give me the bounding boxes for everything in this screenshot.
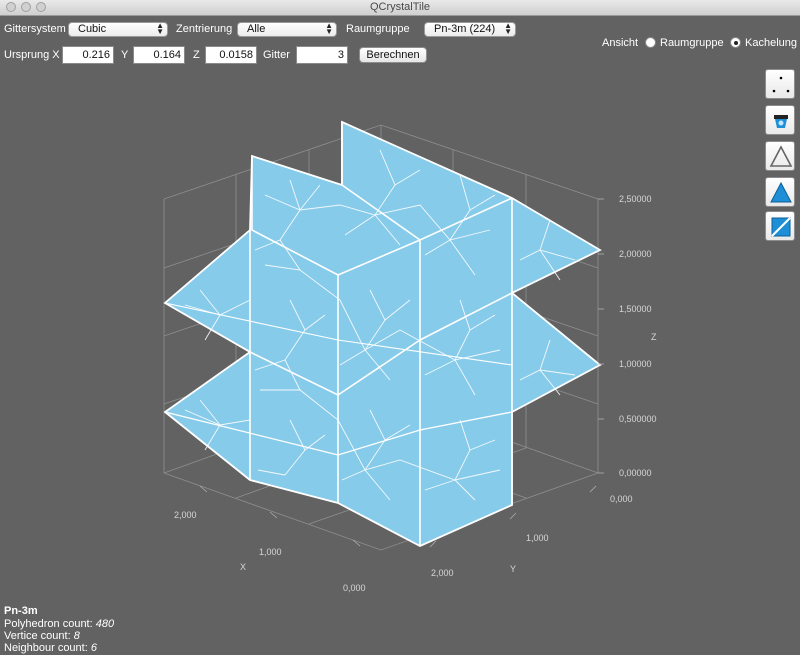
x-axis-label: X: [240, 562, 246, 572]
x-tick-label: 0,000: [343, 583, 366, 593]
z-axis-label: Z: [651, 332, 657, 342]
neighbour-count-label: Neighbour count:: [4, 642, 88, 654]
y-axis-label: Y: [510, 564, 516, 574]
polyhedron-count-label: Polyhedron count:: [4, 618, 93, 630]
polyhedron-count-value: 480: [95, 618, 115, 630]
z-tick-label: 1,00000: [619, 359, 652, 369]
tiling-polyhedra: [163, 120, 602, 547]
z-tick-label: 0,00000: [619, 468, 652, 478]
y-tick-label: 1,000: [526, 533, 549, 543]
z-tick-label: 2,50000: [619, 194, 652, 204]
x-tick-label: 2,000: [174, 510, 197, 520]
neighbour-count-value: 6: [90, 642, 97, 654]
tiling-3d-viewport[interactable]: 2,50000 2,00000 1,50000 1,00000 0,500000…: [0, 0, 800, 655]
vertice-count-value: 8: [73, 630, 80, 642]
z-tick-label: 1,50000: [619, 304, 652, 314]
z-tick-label: 0,500000: [619, 414, 657, 424]
space-group-name: Pn-3m: [4, 605, 38, 617]
x-tick-label: 1,000: [259, 547, 282, 557]
neighbour-count: Neighbour count: 6: [4, 642, 97, 655]
y-tick-label: 2,000: [431, 568, 454, 578]
z-tick-label: 2,00000: [619, 249, 652, 259]
z-axis: 2,50000 2,00000 1,50000 1,00000 0,500000…: [598, 194, 657, 478]
vertice-count-label: Vertice count:: [4, 630, 71, 642]
y-tick-label: 0,000: [610, 494, 633, 504]
